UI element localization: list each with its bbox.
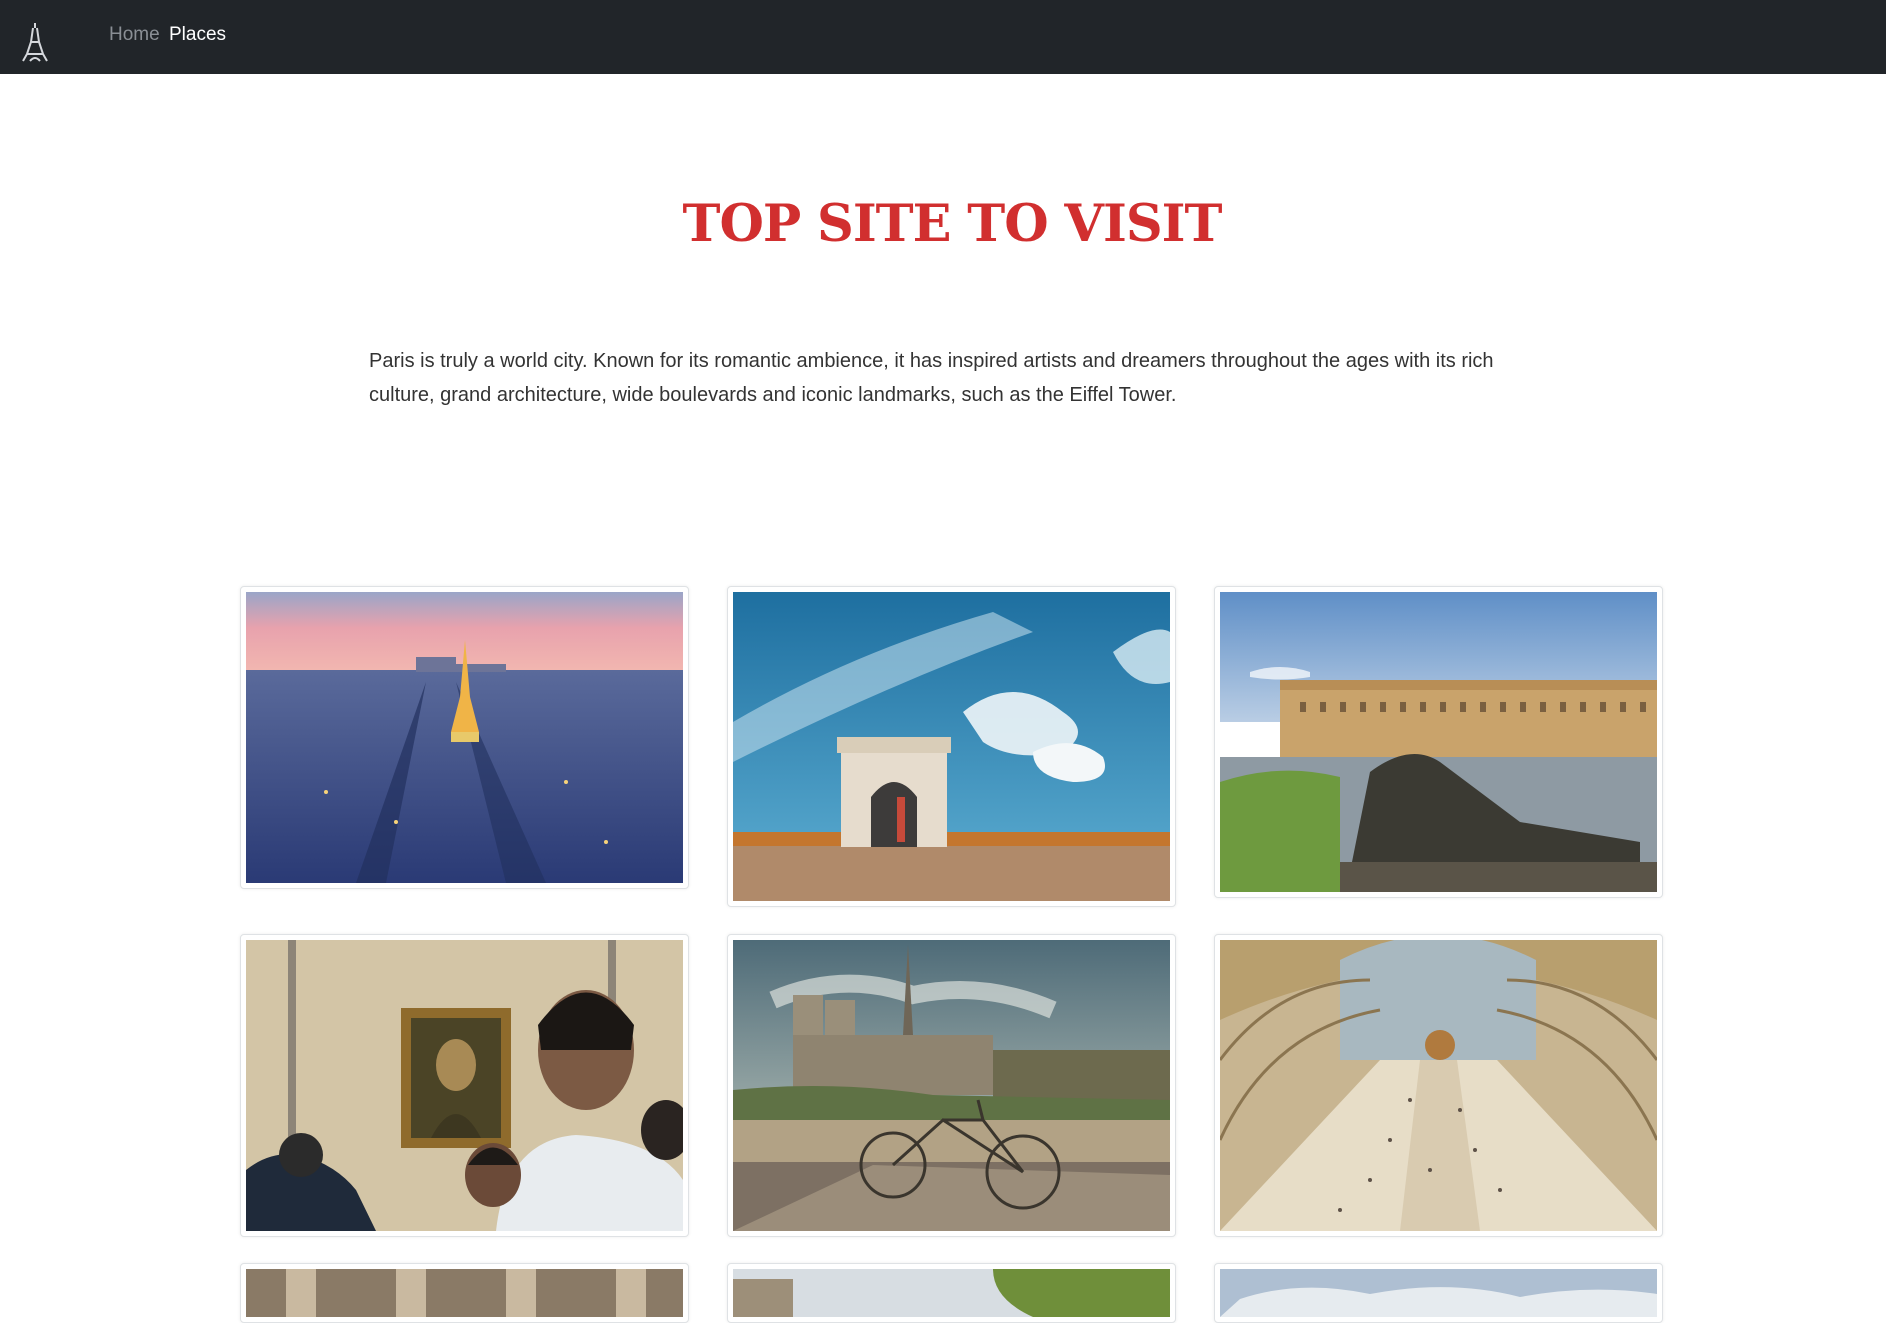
nav-places-link[interactable]: Places	[169, 24, 226, 46]
photo-card[interactable]	[727, 586, 1176, 907]
photo-card[interactable]	[1214, 1263, 1663, 1323]
photo-card[interactable]	[240, 1263, 689, 1323]
columns-photo	[246, 1269, 683, 1317]
page-title: TOP SITE TO VISIT	[682, 194, 1223, 254]
mona-lisa-louvre-photo	[246, 940, 683, 1231]
photo-card[interactable]	[1214, 586, 1663, 898]
nav-home-link[interactable]: Home	[109, 24, 160, 46]
photo-card[interactable]	[727, 1263, 1176, 1323]
sky-photo	[1220, 1269, 1657, 1317]
eiffel-tower-cityscape-photo	[246, 592, 683, 883]
versailles-palace-statue-photo	[1220, 592, 1657, 892]
photo-card[interactable]	[1214, 934, 1663, 1237]
arc-de-triomphe-photo	[733, 592, 1170, 901]
musee-dorsay-hall-photo	[1220, 940, 1657, 1231]
photo-card[interactable]	[240, 934, 689, 1237]
notre-dame-bicycle-photo	[733, 940, 1170, 1231]
tree-building-photo	[733, 1269, 1170, 1317]
photo-card[interactable]	[727, 934, 1176, 1237]
intro-paragraph: Paris is truly a world city. Known for i…	[369, 350, 1494, 406]
photo-card[interactable]	[240, 586, 689, 889]
eiffel-tower-icon[interactable]	[20, 22, 50, 62]
navbar: Home Places	[0, 0, 1886, 74]
